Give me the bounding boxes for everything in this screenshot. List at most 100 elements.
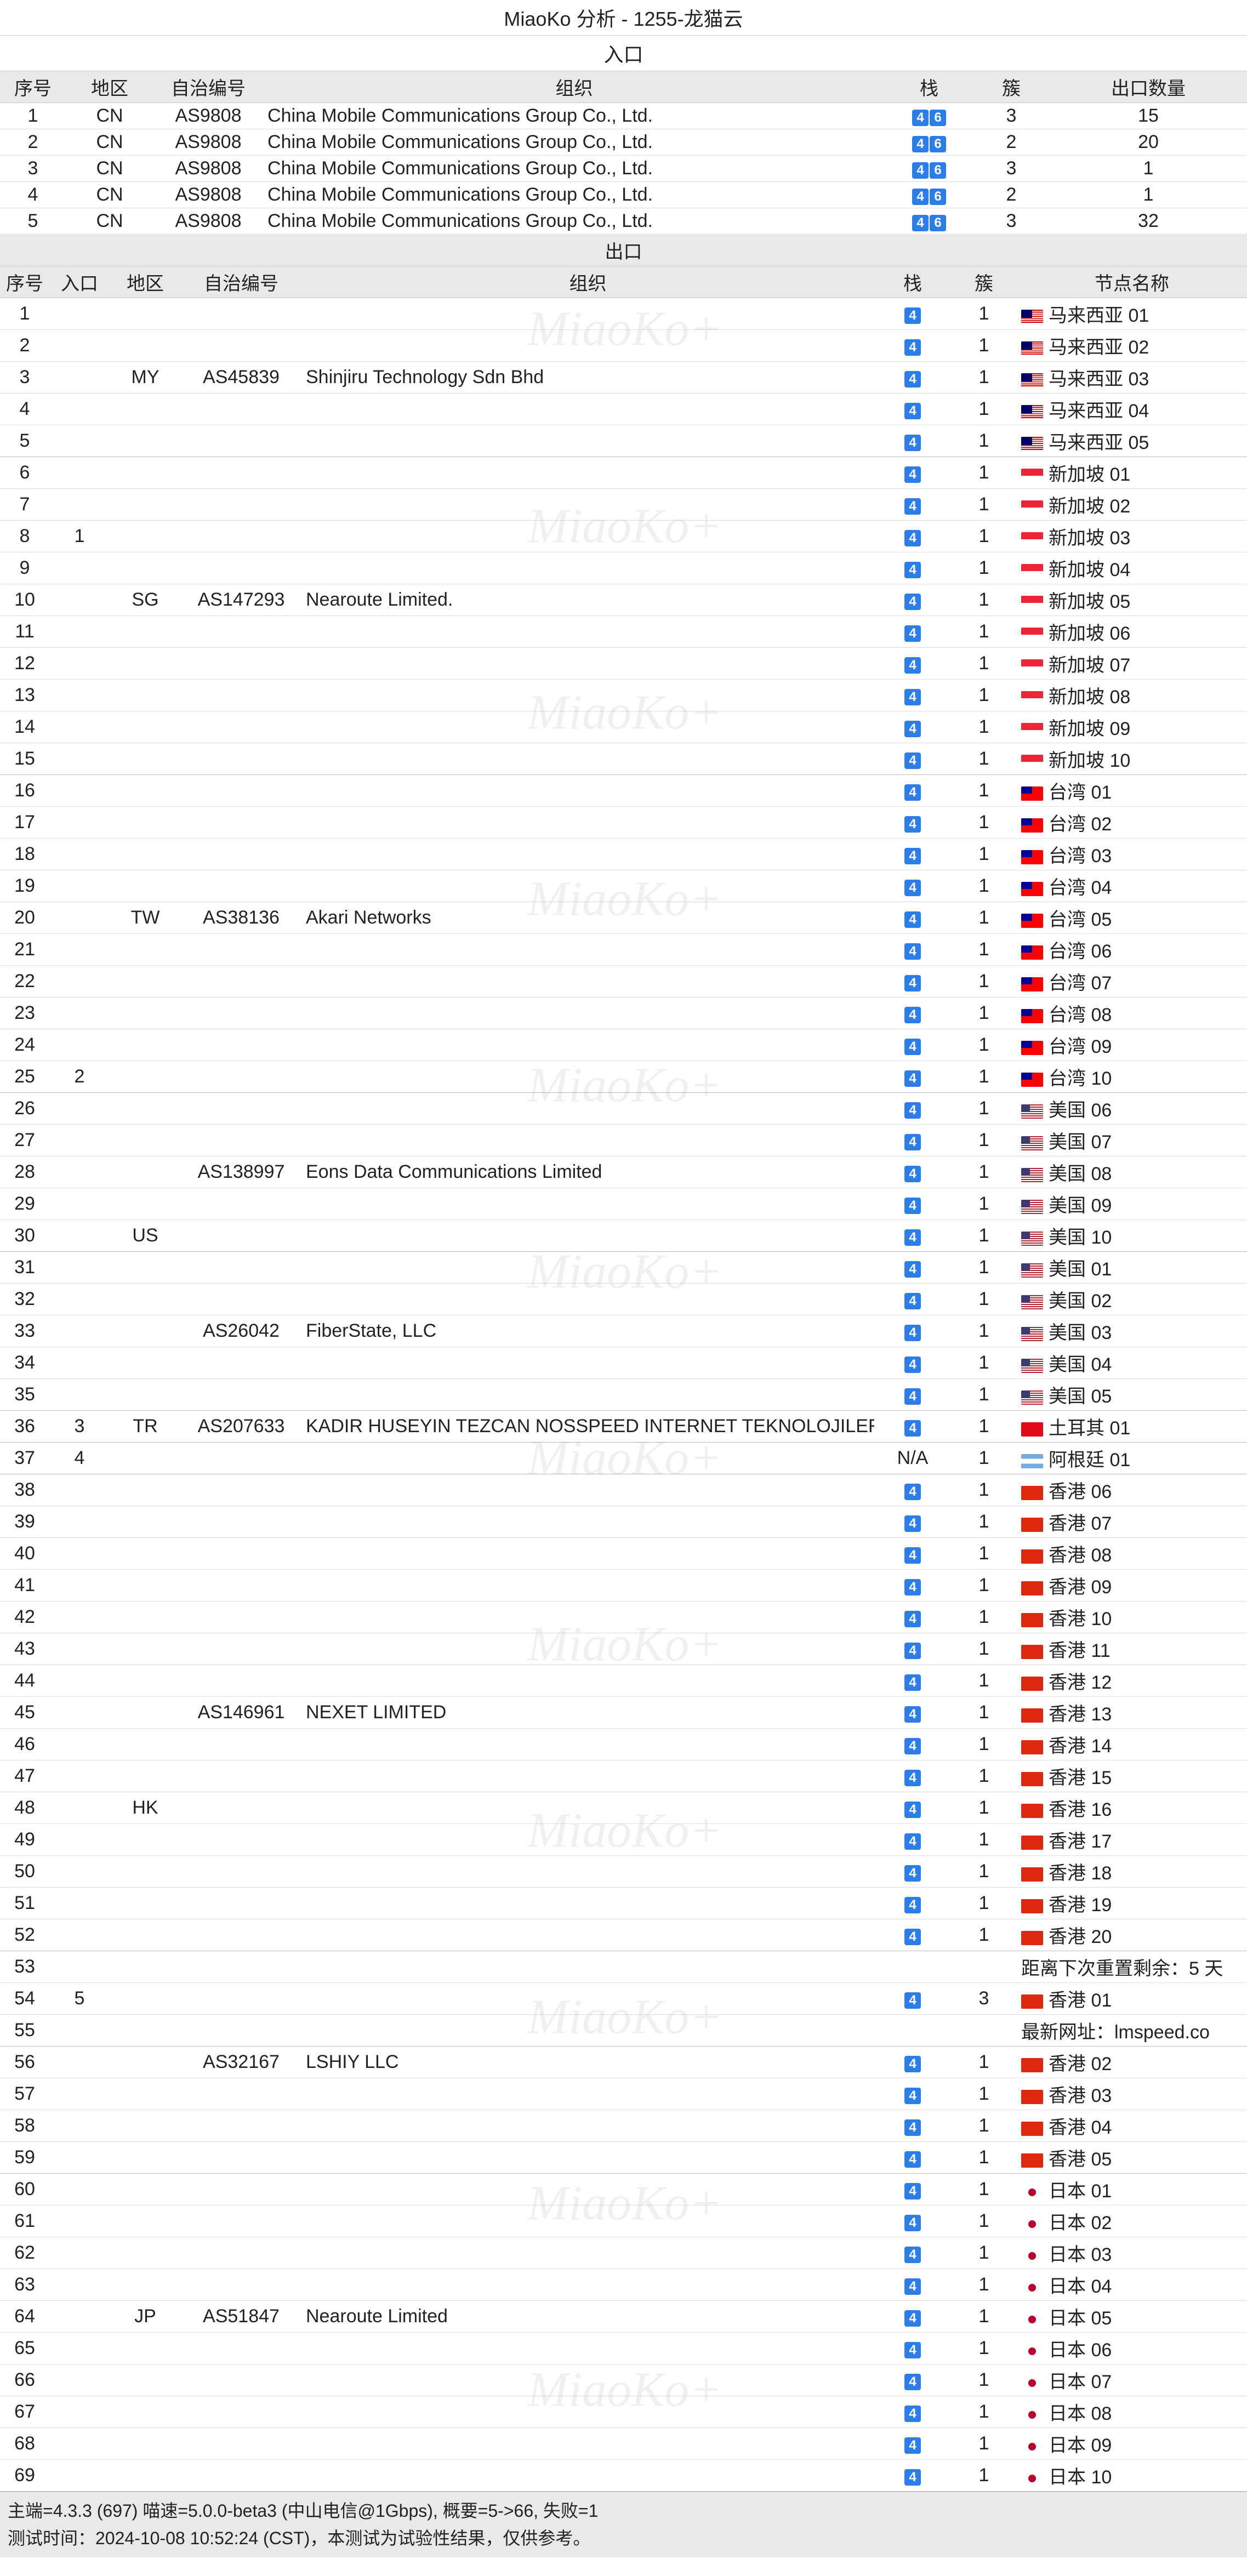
- exit-row: 10SGAS147293Nearoute Limited.41新加坡 05: [0, 584, 1247, 616]
- exit-row: 55最新网址：lmspeed.co: [0, 2015, 1247, 2047]
- cell-node: 香港 03: [1017, 2078, 1247, 2110]
- ipv4-badge: 4: [904, 594, 921, 610]
- cell-org: China Mobile Communications Group Co., L…: [263, 182, 885, 208]
- cell-region: [110, 680, 181, 711]
- cell-asn: AS146961: [181, 1697, 301, 1729]
- cell-node: 香港 18: [1017, 1856, 1247, 1888]
- cell-entry: [49, 1284, 110, 1315]
- cell-entry: [49, 2174, 110, 2205]
- flag-jp-icon: [1021, 2376, 1043, 2390]
- cell-region: [110, 1506, 181, 1538]
- exit-row: 374N/A1阿根廷 01: [0, 1443, 1247, 1474]
- cell-entry: [49, 1602, 110, 1633]
- cell-idx: 31: [0, 1252, 49, 1284]
- col-asn: 自治编号: [181, 266, 301, 298]
- cell-entry: [49, 1570, 110, 1602]
- cell-node: 香港 02: [1017, 2047, 1247, 2078]
- cell-idx: 37: [0, 1443, 49, 1474]
- exit-row: 4941香港 17: [0, 1824, 1247, 1856]
- cell-entry: [49, 1506, 110, 1538]
- ipv4-badge: 4: [912, 110, 929, 126]
- cell-region: [110, 2396, 181, 2428]
- cell-stack: 4: [874, 2205, 951, 2237]
- cell-cluster: 1: [951, 1538, 1017, 1570]
- cell-idx: 15: [0, 743, 49, 775]
- cell-idx: 52: [0, 1919, 49, 1951]
- exit-row: 4341香港 11: [0, 1633, 1247, 1665]
- ipv4-badge: 4: [904, 753, 921, 769]
- cell-idx: 5: [0, 208, 66, 235]
- exit-row: 56AS32167LSHIY LLC41香港 02: [0, 2047, 1247, 2078]
- cell-node: 香港 06: [1017, 1474, 1247, 1506]
- cell-region: [110, 1284, 181, 1315]
- ipv4-badge: 4: [904, 339, 921, 356]
- cell-asn: AS9808: [153, 129, 263, 156]
- cell-entry: [49, 1188, 110, 1220]
- cell-idx: 3: [0, 156, 66, 182]
- flag-jp-icon: [1021, 2217, 1043, 2231]
- cell-region: [110, 775, 181, 807]
- cell-org: [301, 1347, 874, 1379]
- cell-stack: 46: [885, 208, 973, 235]
- cell-cluster: 1: [951, 1029, 1017, 1061]
- cell-org: [301, 1824, 874, 1856]
- exit-row: 2141台湾 06: [0, 934, 1247, 966]
- cell-node: 马来西亚 05: [1017, 425, 1247, 457]
- ipv4-badge: 4: [904, 371, 921, 387]
- cell-stack: 4: [874, 870, 951, 902]
- cell-cluster: 1: [951, 2237, 1017, 2269]
- cell-asn: AS45839: [181, 362, 301, 394]
- col-idx: 序号: [0, 71, 66, 103]
- cell-stack: 4: [874, 1538, 951, 1570]
- exit-row: 3541美国 05: [0, 1379, 1247, 1411]
- cell-region: CN: [66, 129, 153, 156]
- cell-cluster: 1: [951, 807, 1017, 839]
- cell-node: 新加坡 07: [1017, 648, 1247, 680]
- cell-idx: 28: [0, 1156, 49, 1188]
- cell-stack: 4: [874, 998, 951, 1029]
- cell-node: 香港 10: [1017, 1602, 1247, 1633]
- ipv4-badge: 4: [904, 2374, 921, 2390]
- cell-cluster: 1: [951, 1252, 1017, 1284]
- ipv4-badge: 4: [904, 498, 921, 515]
- flag-tw-icon: [1021, 1041, 1043, 1055]
- cell-entry: [49, 998, 110, 1029]
- exit-row: 3141美国 01: [0, 1252, 1247, 1284]
- cell-stack: 4: [874, 2237, 951, 2269]
- cell-asn: [181, 1284, 301, 1315]
- ipv4-badge: 4: [904, 2183, 921, 2199]
- cell-entry: [49, 2047, 110, 2078]
- cell-node: 新加坡 02: [1017, 489, 1247, 521]
- exit-row: 4741香港 15: [0, 1760, 1247, 1792]
- cell-org: [301, 1856, 874, 1888]
- exit-row: 4641香港 14: [0, 1729, 1247, 1760]
- ipv4-badge: 4: [912, 136, 929, 152]
- cell-region: CN: [66, 103, 153, 129]
- cell-org: [301, 839, 874, 870]
- cell-stack: 4: [874, 425, 951, 457]
- cell-org: Eons Data Communications Limited: [301, 1156, 874, 1188]
- exit-row: 6941日本 10: [0, 2460, 1247, 2492]
- flag-us-icon: [1021, 1327, 1043, 1341]
- flag-sg-icon: [1021, 564, 1043, 578]
- cell-idx: 56: [0, 2047, 49, 2078]
- cell-node: 日本 10: [1017, 2460, 1247, 2492]
- cell-region: [110, 1983, 181, 2015]
- cell-idx: 21: [0, 934, 49, 966]
- cell-cluster: 1: [951, 2428, 1017, 2460]
- flag-sg-icon: [1021, 723, 1043, 737]
- cell-idx: 3: [0, 362, 49, 394]
- cell-node: 香港 05: [1017, 2142, 1247, 2174]
- exit-row: 45AS146961NEXET LIMITED41香港 13: [0, 1697, 1247, 1729]
- ipv4-badge: 4: [904, 1738, 921, 1754]
- cell-cluster: 1: [951, 521, 1017, 552]
- cell-region: [110, 2174, 181, 2205]
- cell-asn: [181, 2015, 301, 2047]
- exit-row: 64JPAS51847Nearoute Limited41日本 05: [0, 2301, 1247, 2333]
- cell-asn: [181, 839, 301, 870]
- cell-idx: 62: [0, 2237, 49, 2269]
- cell-stack: 4: [874, 1633, 951, 1665]
- cell-region: [110, 1188, 181, 1220]
- cell-idx: 12: [0, 648, 49, 680]
- cell-node: 日本 01: [1017, 2174, 1247, 2205]
